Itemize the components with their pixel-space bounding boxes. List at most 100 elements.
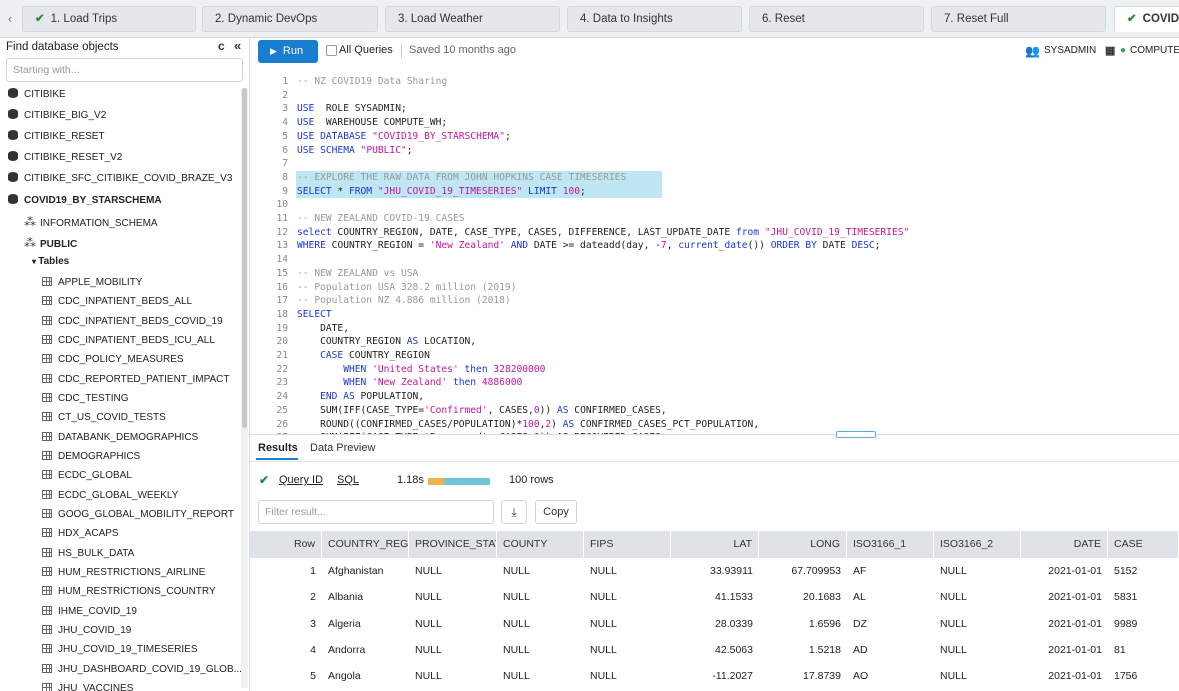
db-item[interactable]: CITIBIKE_RESET <box>8 127 105 147</box>
schema-item[interactable]: ⁂ INFORMATION_SCHEMA <box>24 212 158 232</box>
code-line[interactable]: -- NEW ZEALAND vs USA <box>297 267 418 281</box>
code-line[interactable]: SUM(IFF(CASE_TYPE='Confirmed', CASES,0))… <box>297 404 667 418</box>
tab-2[interactable]: 2. Dynamic DevOps <box>202 6 378 32</box>
table-item[interactable]: HUM_RESTRICTIONS_AIRLINE <box>42 563 205 583</box>
table-row[interactable]: 1 Afghanistan NULL NULL NULL 33.93911 67.70995… <box>250 558 1179 584</box>
code-line[interactable]: WHEN 'United States' then 328200000 <box>297 363 545 377</box>
column-header[interactable]: CASE <box>1108 531 1179 558</box>
code-line[interactable]: WHEN 'New Zealand' then 4886000 <box>297 376 522 390</box>
column-header[interactable]: COUNTY <box>497 531 584 558</box>
table-item[interactable]: HUM_RESTRICTIONS_COUNTRY <box>42 582 216 602</box>
db-item[interactable]: CITIBIKE_RESET_V2 <box>8 148 122 168</box>
column-header[interactable]: Row <box>250 531 322 558</box>
table-item[interactable]: CDC_POLICY_MEASURES <box>42 350 184 370</box>
tab-7[interactable]: ✔ COVID19 <box>1114 6 1179 32</box>
column-header[interactable]: LONG <box>759 531 847 558</box>
table-item[interactable]: DEMOGRAPHICS <box>42 447 140 467</box>
code-line[interactable]: select COUNTRY_REGION, DATE, CASE_TYPE, … <box>297 226 909 240</box>
table-item[interactable]: CDC_REPORTED_PATIENT_IMPACT <box>42 370 230 390</box>
table-item[interactable]: CDC_INPATIENT_BEDS_COVID_19 <box>42 312 223 332</box>
code-line[interactable]: SELECT * FROM "JHU_COVID_19_TIMESERIES" … <box>297 185 586 199</box>
table-row[interactable]: 5 Angola NULL NULL NULL -11.2027 17.8739 AO NULL… <box>250 663 1179 689</box>
filter-result-input[interactable] <box>258 500 494 524</box>
table-item[interactable]: JHU_VACCINES <box>42 679 133 691</box>
role-users-icon[interactable]: 👥 <box>1025 44 1040 58</box>
tabs-scroll-left-icon[interactable]: ‹ <box>0 8 20 30</box>
table-item[interactable]: CT_US_COVID_TESTS <box>42 408 166 428</box>
all-queries-checkbox[interactable] <box>326 45 337 56</box>
code-line[interactable]: SELECT <box>297 308 332 322</box>
column-header[interactable]: DATE <box>1021 531 1108 558</box>
collapse-sidebar-icon[interactable]: « <box>234 38 241 53</box>
run-button[interactable]: ▶ Run <box>258 40 318 63</box>
tab-data-preview[interactable]: Data Preview <box>310 442 375 454</box>
copy-button[interactable]: Copy <box>535 500 577 524</box>
db-item[interactable]: CITIBIKE_BIG_V2 <box>8 106 106 126</box>
sidebar-scrollbar-thumb[interactable] <box>242 88 247 428</box>
table-item[interactable]: JHU_DASHBOARD_COVID_19_GLOB... <box>42 660 242 680</box>
tab-4[interactable]: 4. Data to Insights <box>567 6 742 32</box>
table-row[interactable]: 2 Albania NULL NULL NULL 41.1533 20.1683 AL NULL… <box>250 584 1179 610</box>
code-line[interactable]: -- NZ COVID19 Data Sharing <box>297 75 447 89</box>
refresh-icon[interactable]: c <box>218 39 225 53</box>
code-line[interactable]: WHERE COUNTRY_REGION = 'New Zealand' AND… <box>297 239 880 253</box>
table-item[interactable]: IHME_COVID_19 <box>42 602 137 622</box>
tables-folder[interactable]: ▾ Tables <box>32 252 69 272</box>
pane-resize-handle[interactable] <box>836 431 876 438</box>
code-token: WHEN <box>297 363 367 375</box>
table-item[interactable]: JHU_COVID_19 <box>42 621 131 641</box>
warehouse-selector[interactable]: COMPUTE <box>1130 45 1179 56</box>
table-item[interactable]: ECDC_GLOBAL_WEEKLY <box>42 486 178 506</box>
column-header[interactable]: FIPS <box>584 531 671 558</box>
code-line[interactable]: ROUND((CONFIRMED_CASES/POPULATION)*100,2… <box>297 418 759 432</box>
warehouse-icon[interactable]: ▦ <box>1105 44 1115 57</box>
code-line[interactable]: CASE COUNTRY_REGION <box>297 349 430 363</box>
code-line[interactable]: USE SCHEMA "PUBLIC"; <box>297 144 413 158</box>
code-line[interactable]: USE DATABASE "COVID19_BY_STARSCHEMA"; <box>297 130 511 144</box>
table-item[interactable]: GOOG_GLOBAL_MOBILITY_REPORT <box>42 505 234 525</box>
tab-6[interactable]: 7. Reset Full <box>931 6 1106 32</box>
tab-results[interactable]: Results <box>258 442 298 454</box>
code-line[interactable]: -- NEW ZEALAND COVID-19 CASES <box>297 212 465 226</box>
code-line[interactable]: USE WAREHOUSE COMPUTE_WH; <box>297 116 447 130</box>
table-item[interactable]: ECDC_GLOBAL <box>42 466 132 486</box>
db-item[interactable]: COVID19_BY_STARSCHEMA <box>8 191 162 211</box>
table-item[interactable]: DATABANK_DEMOGRAPHICS <box>42 428 198 448</box>
code-line[interactable]: END AS POPULATION, <box>297 390 424 404</box>
role-selector[interactable]: SYSADMIN <box>1044 45 1096 56</box>
tab-3[interactable]: 3. Load Weather <box>385 6 560 32</box>
database-icon <box>8 109 18 120</box>
table-item[interactable]: CDC_INPATIENT_BEDS_ALL <box>42 292 192 312</box>
column-header[interactable]: COUNTRY_REGI <box>322 531 409 558</box>
code-line[interactable]: -- Population NZ 4.886 million (2018) <box>297 294 511 308</box>
tab-5[interactable]: 6. Reset <box>749 6 924 32</box>
column-header[interactable]: ISO3166_2 <box>934 531 1021 558</box>
all-queries-label[interactable]: All Queries <box>339 44 393 56</box>
db-item[interactable]: CITIBIKE <box>8 85 66 105</box>
object-search-input[interactable] <box>6 58 243 82</box>
table-item[interactable]: APPLE_MOBILITY <box>42 273 142 293</box>
code-token: WAREHOUSE COMPUTE_WH; <box>314 117 448 129</box>
tab-1[interactable]: ✔ 1. Load Trips <box>22 6 196 32</box>
schema-item[interactable]: ⁂ PUBLIC <box>24 233 77 253</box>
table-item[interactable]: CDC_TESTING <box>42 389 129 409</box>
table-row[interactable]: 3 Algeria NULL NULL NULL 28.0339 1.6596 DZ NULL 2… <box>250 611 1179 637</box>
table-item[interactable]: HS_BULK_DATA <box>42 544 134 564</box>
code-line[interactable]: USE ROLE SYSADMIN; <box>297 102 407 116</box>
table-row[interactable]: 4 Andorra NULL NULL NULL 42.5063 1.5218 AD NULL 2… <box>250 637 1179 663</box>
code-line[interactable]: -- Population USA 328.2 million (2019) <box>297 281 517 295</box>
download-button[interactable]: ⤓ <box>501 500 527 524</box>
table-item[interactable]: CDC_INPATIENT_BEDS_ICU_ALL <box>42 331 215 351</box>
column-header[interactable]: PROVINCE_STAT <box>409 531 497 558</box>
table-item[interactable]: HDX_ACAPS <box>42 524 119 544</box>
query-id-link[interactable]: Query ID <box>279 474 323 486</box>
code-line[interactable]: -- EXPLORE THE RAW DATA FROM JOHN HOPKIN… <box>297 171 626 185</box>
column-header[interactable]: ISO3166_1 <box>847 531 934 558</box>
code-line[interactable]: DATE, <box>297 322 349 336</box>
table-item[interactable]: JHU_COVID_19_TIMESERIES <box>42 640 198 660</box>
db-item[interactable]: CITIBIKE_SFC_CITIBIKE_COVID_BRAZE_V3 <box>8 169 232 189</box>
column-header[interactable]: LAT <box>671 531 759 558</box>
sql-editor[interactable]: 1 2 3 4 5 6 7 8 9 10 11 12 13 14 15 16 17 18 19 20 21 22 23 24 2… <box>250 72 1179 434</box>
code-line[interactable]: COUNTRY_REGION AS LOCATION, <box>297 335 476 349</box>
sql-link[interactable]: SQL <box>337 474 359 486</box>
